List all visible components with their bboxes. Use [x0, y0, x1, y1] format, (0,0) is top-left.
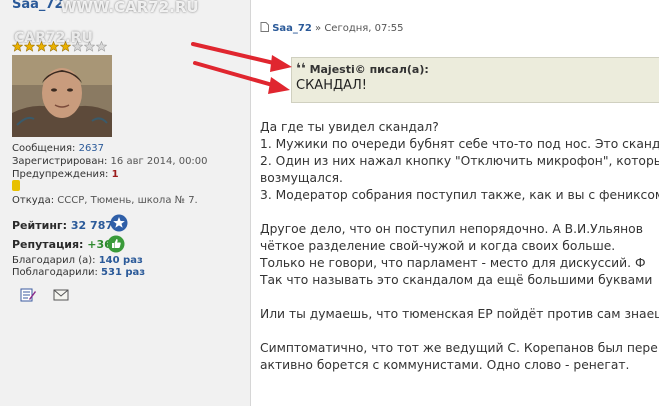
watermark-avatar: CAR72.RU — [14, 30, 93, 46]
thanked-by-label: Поблагодарили: — [12, 267, 98, 278]
rank-star-empty-icon — [96, 41, 107, 52]
post-line: чёткое разделение свой-чужой и когда сво… — [260, 239, 616, 253]
rating: Рейтинг: 32 787 — [12, 219, 113, 232]
post-line: возмущался. — [260, 171, 343, 185]
post-line: 2. Один из них нажал кнопку "Отключить м… — [260, 154, 659, 168]
thanked-by-value[interactable]: 531 раз — [101, 267, 145, 278]
registered-date: Зарегистрирован: 16 авг 2014, 00:00 — [12, 156, 208, 167]
rating-label: Рейтинг: — [12, 219, 68, 232]
quote-header: ❛❛ Majesti© писал(а): — [296, 61, 429, 77]
warning-card-icon — [12, 180, 20, 191]
user-location: Откуда: СССР, Тюмень, школа № 7. — [12, 195, 198, 206]
thumbs-up-icon[interactable] — [107, 235, 125, 253]
post-line: Симптоматично, что тот же ведущий С. Кор… — [260, 341, 658, 355]
quote-text: СКАНДАЛ! — [296, 78, 368, 93]
post-time: Сегодня, 07:55 — [324, 23, 404, 34]
post-line: 1. Мужики по очереди бубнят себе что-то … — [260, 137, 659, 151]
quote-author: Majesti© писал(а): — [309, 63, 429, 76]
post-line: Или ты думаешь, что тюменская ЕР пойдёт … — [260, 307, 659, 321]
post-header: Saa_72 » Сегодня, 07:55 — [260, 22, 403, 34]
post-line: 3. Модератор собрания поступил также, ка… — [260, 188, 659, 202]
warnings-count: Предупреждения: 1 — [12, 169, 119, 180]
avatar — [12, 55, 112, 137]
location-value: СССР, Тюмень, школа № 7. — [57, 195, 198, 206]
post-line: Так что называть это скандалом да ещё бо… — [260, 273, 653, 287]
post-line: Только не говори, что парламент - место … — [260, 256, 646, 270]
post-author-link[interactable]: Saa_72 — [272, 23, 312, 34]
rating-star-icon[interactable] — [110, 214, 128, 232]
post-line: активно борется с коммунистами. Одно сло… — [260, 358, 630, 372]
quote-icon: ❛❛ — [296, 61, 306, 77]
quote-block: ❛❛ Majesti© писал(а): СКАНДАЛ! — [291, 57, 659, 103]
envelope-icon[interactable] — [52, 287, 70, 303]
post-body: Saa_72 » Сегодня, 07:55 ❛❛ Majesti© писа… — [251, 0, 659, 406]
post-header-separator: » — [315, 23, 322, 34]
messages-label: Сообщения: — [12, 143, 76, 154]
warnings-value: 1 — [111, 169, 119, 180]
thanked-label: Благодарил (а): — [12, 255, 96, 266]
warnings-label: Предупреждения: — [12, 169, 109, 180]
thanked-value[interactable]: 140 раз — [99, 255, 143, 266]
profile-note-icon[interactable] — [19, 287, 37, 303]
reputation: Репутация: +36 — [12, 238, 112, 251]
post-document-icon[interactable] — [260, 22, 269, 32]
messages-count: Сообщения: 2637 — [12, 143, 104, 154]
user-profile-panel: Saa_72 WWW.CAR72.RU CAR72.RU Сообщения: … — [0, 0, 251, 406]
registered-value: 16 авг 2014, 00:00 — [110, 156, 208, 167]
rating-value: 32 787 — [70, 219, 114, 232]
messages-value[interactable]: 2637 — [79, 143, 104, 154]
location-label: Откуда: — [12, 195, 55, 206]
thanked-by-count: Поблагодарили: 531 раз — [12, 267, 145, 278]
username-link[interactable]: Saa_72 — [12, 0, 64, 12]
thanked-count: Благодарил (а): 140 раз — [12, 255, 143, 266]
watermark-top: WWW.CAR72.RU — [60, 0, 199, 16]
reputation-label: Репутация: — [12, 238, 84, 251]
post-line: Другое дело, что он поступил непорядочно… — [260, 222, 643, 236]
post-line: Да где ты увидел скандал? — [260, 120, 439, 134]
registered-label: Зарегистрирован: — [12, 156, 108, 167]
